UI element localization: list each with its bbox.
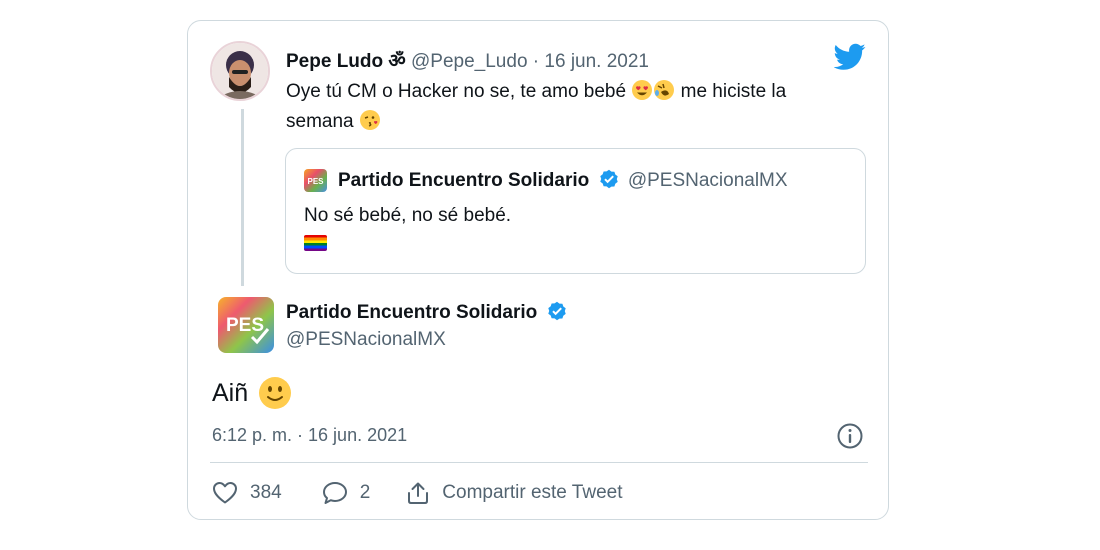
share-button[interactable]: Compartir este Tweet bbox=[406, 481, 623, 505]
heart-icon bbox=[213, 482, 237, 504]
pepe-ludo-avatar[interactable] bbox=[210, 41, 270, 101]
rainbow-flag-emoji bbox=[304, 235, 327, 251]
main-display-name[interactable]: Partido Encuentro Solidario bbox=[286, 302, 537, 323]
main-handle[interactable]: @PESNacionalMX bbox=[286, 329, 446, 351]
pes-avatar[interactable]: PES bbox=[218, 297, 274, 353]
like-button[interactable]: 384 bbox=[212, 481, 282, 505]
reply-date[interactable]: 16 jun. 2021 bbox=[544, 51, 649, 72]
kiss-emoji bbox=[359, 110, 380, 130]
reply-tweet-header: Pepe Ludo ॐ @Pepe_Ludo · 16 jun. 2021 bbox=[286, 47, 649, 73]
reply-button[interactable]: 2 bbox=[322, 481, 371, 505]
share-icon bbox=[408, 482, 429, 504]
quoted-tweet[interactable]: PES Partido Encuentro Solidario @PESNaci… bbox=[285, 148, 866, 274]
replies-count: 2 bbox=[359, 482, 371, 503]
main-tweet-text: Aiñ bbox=[212, 376, 292, 410]
main-display-name-row: Partido Encuentro Solidario bbox=[286, 301, 567, 324]
comment-icon bbox=[322, 482, 347, 504]
embedded-tweet-card: Pepe Ludo ॐ @Pepe_Ludo · 16 jun. 2021 Oy… bbox=[187, 20, 889, 520]
twitter-bird-icon[interactable] bbox=[834, 43, 866, 71]
main-text: Aiñ bbox=[212, 378, 249, 407]
quoted-avatar: PES bbox=[304, 169, 327, 192]
svg-text:PES: PES bbox=[307, 177, 324, 186]
quoted-text: No sé bebé, no sé bebé. bbox=[304, 205, 512, 226]
pes-avatar-text: PES bbox=[226, 315, 264, 336]
heart-eyes-emoji bbox=[632, 80, 653, 100]
quoted-display-name[interactable]: Partido Encuentro Solidario bbox=[338, 170, 589, 191]
verified-badge-icon bbox=[547, 301, 566, 321]
reply-handle[interactable]: @Pepe_Ludo bbox=[411, 51, 528, 72]
tweet-timestamp[interactable]: 6:12 p. m. · 16 jun. 2021 bbox=[212, 425, 407, 446]
reply-display-name[interactable]: Pepe Ludo ॐ bbox=[286, 51, 406, 72]
quoted-handle[interactable]: @PESNacionalMX bbox=[628, 170, 788, 191]
info-icon[interactable] bbox=[836, 422, 864, 450]
thread-line bbox=[241, 109, 244, 286]
verified-badge-icon bbox=[599, 169, 618, 189]
likes-count: 384 bbox=[250, 482, 282, 503]
actions-divider bbox=[210, 462, 868, 463]
reply-text-part1: Oye tú CM o Hacker no se, te amo bebé bbox=[286, 81, 627, 102]
quoted-header: Partido Encuentro Solidario @PESNacional… bbox=[338, 169, 788, 192]
share-label: Compartir este Tweet bbox=[442, 482, 623, 503]
tweet-actions: 384 2 Compartir este Tweet bbox=[212, 481, 623, 505]
separator-dot: · bbox=[532, 51, 540, 72]
slightly-smiling-emoji bbox=[259, 377, 292, 409]
rofl-emoji bbox=[654, 80, 675, 100]
reply-tweet-text: Oye tú CM o Hacker no se, te amo bebé me… bbox=[286, 77, 846, 137]
